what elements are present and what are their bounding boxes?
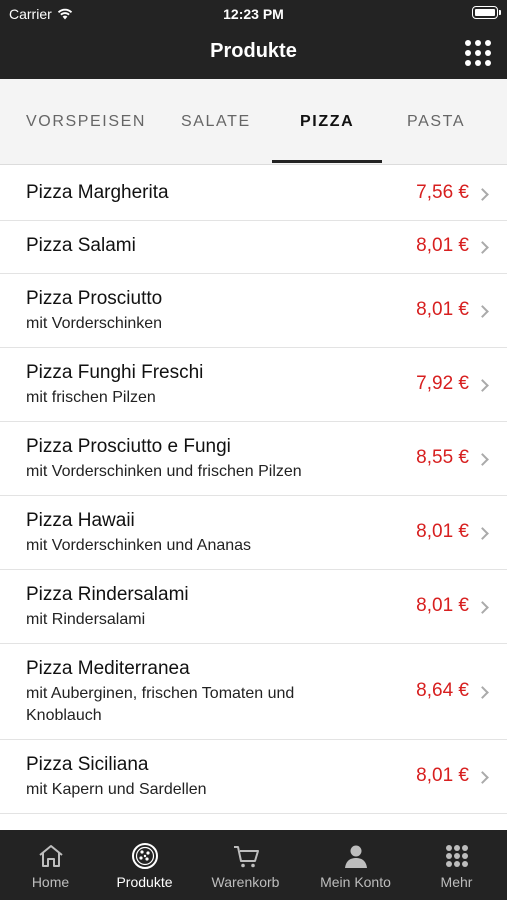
product-name: Pizza Funghi Freschi [26, 362, 204, 383]
more-grid-icon [445, 845, 468, 867]
product-description: mit Vorderschinken [26, 315, 163, 332]
product-row[interactable]: Pizza Hawaii mit Vorderschinken und Anan… [0, 496, 507, 570]
product-description: mit Vorderschinken und Ananas [26, 537, 252, 554]
product-price: 7,56 € [416, 182, 469, 203]
product-row[interactable]: Pizza Prosciutto e Fungi mit Vorderschin… [0, 422, 507, 496]
user-icon [344, 845, 367, 868]
tabbar-label: Home [31, 874, 70, 890]
product-name: Pizza Siciliana [26, 754, 149, 775]
product-price: 8,64 € [416, 680, 469, 701]
product-name: Pizza Prosciutto [26, 288, 163, 309]
product-name: Pizza Salami [26, 235, 136, 256]
chevron-right-icon [476, 305, 489, 318]
chevron-right-icon [476, 188, 489, 201]
product-name: Pizza Prosciutto e Fungi [26, 436, 231, 457]
product-price: 8,01 € [416, 765, 469, 786]
product-price: 7,92 € [416, 373, 469, 394]
battery-icon [472, 6, 501, 19]
product-description: mit Auberginen, frischen Tomaten und Kno… [26, 685, 295, 724]
product-price: 8,01 € [416, 521, 469, 542]
grid-menu-icon[interactable] [465, 40, 491, 66]
product-price: 8,01 € [416, 595, 469, 616]
cart-icon [233, 846, 259, 868]
home-icon [38, 845, 63, 867]
status-time: 12:23 PM [223, 6, 284, 22]
product-name: Pizza Rindersalami [26, 584, 189, 605]
tabbar-label: Warenkorb [211, 874, 280, 890]
product-description: mit Kapern und Sardellen [26, 781, 207, 798]
chevron-right-icon [476, 379, 489, 392]
tabbar-home[interactable]: Home [0, 830, 101, 900]
tab-pasta[interactable]: PASTA [407, 113, 465, 131]
active-tab-indicator [272, 160, 382, 163]
chevron-right-icon [476, 771, 489, 784]
chevron-right-icon [476, 601, 489, 614]
tabbar-label: Mein Konto [320, 874, 391, 890]
page-title: Produkte [210, 40, 297, 62]
tabbar-label: Mehr [440, 874, 473, 890]
chevron-right-icon [476, 527, 489, 540]
product-row[interactable]: Pizza Funghi Freschi mit frischen Pilzen… [0, 348, 507, 422]
app-header: Carrier 12:23 PM Produkte [0, 0, 507, 79]
product-price: 8,55 € [416, 447, 469, 468]
product-description: mit Vorderschinken und frischen Pilzen [26, 463, 302, 480]
product-row[interactable]: Pizza Salami 8,01 € [0, 221, 507, 274]
bottom-tab-bar: Home Produkte Warenkorb Mein Konto Mehr [0, 830, 507, 900]
product-price: 8,01 € [416, 235, 469, 256]
product-row[interactable]: Pizza Rindersalami mit Rindersalami 8,01… [0, 570, 507, 644]
pizza-icon [131, 843, 158, 869]
product-row[interactable]: Pizza Siciliana mit Kapern und Sardellen… [0, 740, 507, 814]
tabbar-mein-konto[interactable]: Mein Konto [305, 830, 406, 900]
product-name: Pizza Mediterranea [26, 658, 190, 679]
status-bar: Carrier 12:23 PM [0, 0, 507, 30]
chevron-right-icon [476, 453, 489, 466]
tab-vorspeisen[interactable]: VORSPEISEN [26, 113, 146, 131]
chevron-right-icon [476, 686, 489, 699]
product-list: Pizza Margherita 7,56 € Pizza Salami 8,0… [0, 166, 507, 830]
tab-salate[interactable]: SALATE [181, 113, 251, 131]
product-price: 8,01 € [416, 299, 469, 320]
product-row[interactable]: Pizza Margherita 7,56 € [0, 166, 507, 221]
tab-pizza[interactable]: PIZZA [300, 113, 354, 131]
product-description: mit Rindersalami [26, 611, 146, 628]
product-name: Pizza Hawaii [26, 510, 135, 531]
product-description: mit frischen Pilzen [26, 389, 156, 406]
product-name: Pizza Margherita [26, 182, 169, 203]
tabbar-label: Produkte [116, 874, 173, 890]
product-row[interactable]: Pizza Prosciutto mit Vorderschinken 8,01… [0, 274, 507, 348]
tabbar-warenkorb[interactable]: Warenkorb [195, 830, 296, 900]
tabbar-mehr[interactable]: Mehr [406, 830, 507, 900]
product-row[interactable]: Pizza Mediterranea mit Auberginen, frisc… [0, 644, 507, 740]
chevron-right-icon [476, 241, 489, 254]
category-tabs: VORSPEISEN SALATE PIZZA PASTA [0, 79, 507, 165]
tabbar-produkte[interactable]: Produkte [94, 830, 195, 900]
